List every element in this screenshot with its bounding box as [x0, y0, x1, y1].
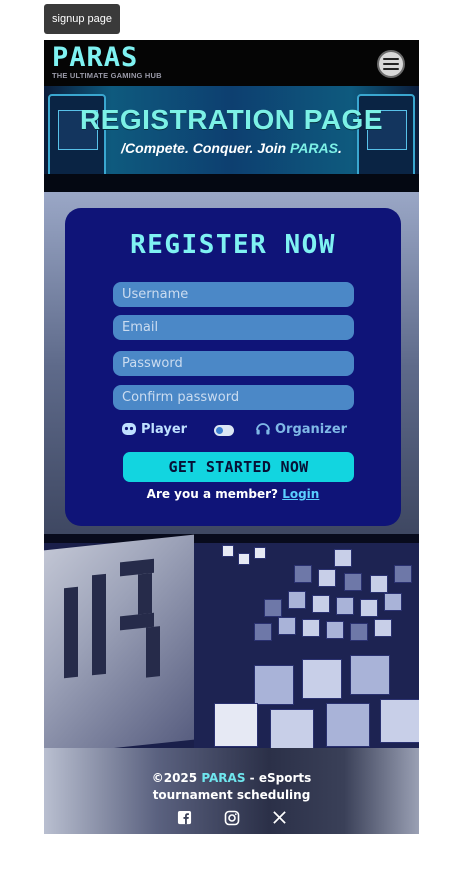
facebook-icon[interactable] — [177, 810, 192, 825]
social-links — [44, 810, 419, 826]
member-prompt: Are you a member? Login — [146, 487, 320, 501]
banner-brand: PARAS — [289, 140, 338, 156]
banner-subtitle: /Compete. Conquer. Join PARAS. — [121, 140, 342, 156]
role-organizer-option[interactable]: Organizer — [255, 421, 347, 437]
role-player-label: Player — [141, 421, 188, 437]
get-started-button[interactable]: GET STARTED NOW — [123, 452, 354, 482]
brand-logo[interactable]: PARAS THE ULTIMATE GAMING HUB — [52, 42, 162, 81]
hamburger-menu-icon[interactable] — [377, 50, 405, 78]
login-link[interactable]: Login — [282, 487, 319, 501]
app-frame: PARAS THE ULTIMATE GAMING HUB REGISTRATI… — [44, 40, 419, 834]
role-organizer-label: Organizer — [275, 421, 348, 437]
gamepad-icon — [122, 423, 136, 435]
page-tab-label[interactable]: signup page — [44, 4, 120, 34]
email-input[interactable] — [113, 315, 354, 340]
confirm-password-input[interactable] — [113, 385, 354, 410]
role-toggle[interactable] — [214, 425, 234, 436]
top-navbar: PARAS THE ULTIMATE GAMING HUB — [44, 40, 419, 86]
banner-title: REGISTRATION PAGE — [79, 104, 384, 135]
role-selector: Player Organizer — [121, 421, 361, 441]
pixel-art-left-panel — [44, 534, 194, 748]
brand-tagline: THE ULTIMATE GAMING HUB — [52, 71, 162, 80]
footer-brand: PARAS — [201, 771, 246, 785]
password-input[interactable] — [113, 351, 354, 376]
instagram-icon[interactable] — [224, 810, 240, 826]
register-title: REGISTER NOW — [130, 230, 336, 260]
site-footer: ©2025 PARAS - eSports tournament schedul… — [44, 748, 419, 834]
username-input[interactable] — [113, 282, 354, 307]
footer-copyright: ©2025 PARAS - eSports tournament schedul… — [151, 771, 312, 802]
brand-name: PARAS — [52, 42, 139, 73]
headset-icon — [256, 423, 270, 435]
pixel-art-image — [44, 534, 419, 748]
x-icon[interactable] — [272, 810, 287, 825]
role-player-option[interactable]: Player — [121, 421, 187, 437]
pixel-art-tiles — [194, 543, 419, 748]
register-card: REGISTER NOW Player Organiz — [65, 208, 401, 526]
